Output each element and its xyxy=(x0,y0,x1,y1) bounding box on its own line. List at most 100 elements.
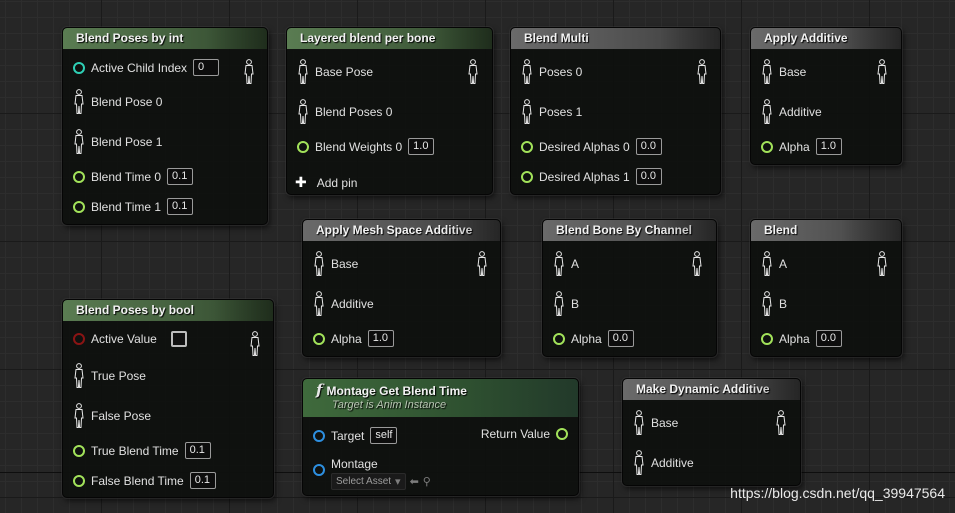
pose-pin-icon[interactable] xyxy=(761,59,773,85)
search-icon[interactable]: ⚲ xyxy=(423,475,431,488)
node-montage-get-blend-time[interactable]: f Montage Get Blend Time Target is Anim I… xyxy=(302,378,579,496)
pin-blend-time-1[interactable]: Blend Time 1 0.1 xyxy=(73,198,194,215)
pin-a[interactable]: A xyxy=(761,251,787,277)
pin-b[interactable]: B xyxy=(553,291,579,317)
node-layered-blend-per-bone[interactable]: Layered blend per bone Base Pose Blend P… xyxy=(286,27,493,195)
pose-pin-icon[interactable] xyxy=(761,251,773,277)
pose-pin-icon[interactable] xyxy=(761,291,773,317)
float-value-field[interactable]: 0.0 xyxy=(635,138,662,155)
pin-alpha[interactable]: Alpha 0.0 xyxy=(761,330,842,347)
float-pin-icon[interactable] xyxy=(553,332,565,345)
target-value-field[interactable]: self xyxy=(370,427,398,444)
pin-poses-0[interactable]: Poses 0 xyxy=(521,59,582,85)
pose-pin-icon[interactable] xyxy=(73,403,85,429)
pin-desired-alphas-1[interactable]: Desired Alphas 1 0.0 xyxy=(521,168,662,185)
float-value-field[interactable]: 0.0 xyxy=(607,330,634,347)
object-pin-icon[interactable] xyxy=(313,464,325,476)
pin-blend-time-0[interactable]: Blend Time 0 0.1 xyxy=(73,168,194,185)
output-pose-icon[interactable] xyxy=(876,59,888,85)
pin-alpha[interactable]: Alpha 1.0 xyxy=(761,138,842,155)
pose-pin-icon[interactable] xyxy=(73,129,85,155)
pose-pin-icon[interactable] xyxy=(633,450,645,476)
object-pin-icon[interactable] xyxy=(313,429,325,442)
pin-false-blend-time[interactable]: False Blend Time 0.1 xyxy=(73,472,216,489)
pin-target[interactable]: Target self xyxy=(313,427,398,444)
float-pin-icon[interactable] xyxy=(521,170,533,183)
float-pin-icon[interactable] xyxy=(521,140,533,153)
node-make-dynamic-additive[interactable]: Make Dynamic Additive Base Additive xyxy=(622,378,801,486)
pin-a[interactable]: A xyxy=(553,251,579,277)
pin-montage[interactable]: Montage Select Asset ▾ ⬅ ⚲ xyxy=(313,457,431,490)
float-pin-icon[interactable] xyxy=(297,140,309,153)
pin-active-child-index[interactable]: Active Child Index 0 xyxy=(73,59,220,76)
output-pose-icon[interactable] xyxy=(876,251,888,277)
float-pin-icon[interactable] xyxy=(556,428,568,440)
pin-blend-poses-0[interactable]: Blend Poses 0 xyxy=(297,99,392,125)
output-pose-icon[interactable] xyxy=(243,59,255,85)
pin-b[interactable]: B xyxy=(761,291,787,317)
node-blend-poses-by-bool[interactable]: Blend Poses by bool Active Value True Po… xyxy=(62,299,274,498)
float-pin-icon[interactable] xyxy=(73,200,85,213)
float-pin-icon[interactable] xyxy=(73,170,85,183)
float-value-field[interactable]: 0.1 xyxy=(189,472,216,489)
pin-additive[interactable]: Additive xyxy=(633,450,694,476)
float-value-field[interactable]: 0.0 xyxy=(635,168,662,185)
pin-additive[interactable]: Additive xyxy=(761,99,822,125)
pin-false-pose[interactable]: False Pose xyxy=(73,403,151,429)
pose-pin-icon[interactable] xyxy=(761,99,773,125)
pose-pin-icon[interactable] xyxy=(553,291,565,317)
pin-alpha[interactable]: Alpha 1.0 xyxy=(313,330,394,347)
active-value-checkbox[interactable] xyxy=(170,331,187,347)
float-value-field[interactable]: 0.0 xyxy=(815,330,842,347)
output-pose-icon[interactable] xyxy=(476,251,488,277)
pose-pin-icon[interactable] xyxy=(553,251,565,277)
output-pose-icon[interactable] xyxy=(691,251,703,277)
pin-poses-1[interactable]: Poses 1 xyxy=(521,99,582,125)
float-value-field[interactable]: 1.0 xyxy=(367,330,394,347)
pin-base[interactable]: Base xyxy=(761,59,806,85)
pin-additive[interactable]: Additive xyxy=(313,291,374,317)
pin-alpha[interactable]: Alpha 0.0 xyxy=(553,330,634,347)
pin-desired-alphas-0[interactable]: Desired Alphas 0 0.0 xyxy=(521,138,662,155)
pin-blend-weights-0[interactable]: Blend Weights 0 1.0 xyxy=(297,138,435,155)
pin-blend-pose-1[interactable]: Blend Pose 1 xyxy=(73,129,162,155)
float-value-field[interactable]: 1.0 xyxy=(408,138,435,155)
node-blend-poses-by-int[interactable]: Blend Poses by int Active Child Index 0 … xyxy=(62,27,268,225)
add-pin-button[interactable]: ✚ Add pin xyxy=(295,174,357,191)
pose-pin-icon[interactable] xyxy=(521,59,533,85)
pose-pin-icon[interactable] xyxy=(73,363,85,389)
pin-true-blend-time[interactable]: True Blend Time 0.1 xyxy=(73,442,211,459)
float-pin-icon[interactable] xyxy=(313,332,325,345)
pin-blend-pose-0[interactable]: Blend Pose 0 xyxy=(73,89,162,115)
output-pose-icon[interactable] xyxy=(467,59,479,85)
float-value-field[interactable]: 0.1 xyxy=(167,168,194,185)
output-pose-icon[interactable] xyxy=(696,59,708,85)
node-blend[interactable]: Blend A B Alpha 0.0 xyxy=(750,219,902,357)
float-value-field[interactable]: 0.1 xyxy=(167,198,194,215)
pose-pin-icon[interactable] xyxy=(633,410,645,436)
node-apply-additive[interactable]: Apply Additive Base Additive Alpha 1.0 xyxy=(750,27,902,165)
float-value-field[interactable]: 1.0 xyxy=(815,138,842,155)
pose-pin-icon[interactable] xyxy=(297,59,309,85)
pose-pin-icon[interactable] xyxy=(521,99,533,125)
select-asset-dropdown[interactable]: Select Asset ▾ xyxy=(331,473,406,490)
output-pose-icon[interactable] xyxy=(775,410,787,436)
pin-base[interactable]: Base xyxy=(313,251,358,277)
pin-base-pose[interactable]: Base Pose xyxy=(297,59,373,85)
pose-pin-icon[interactable] xyxy=(313,291,325,317)
float-value-field[interactable]: 0.1 xyxy=(184,442,211,459)
bool-pin-icon[interactable] xyxy=(73,333,85,345)
float-pin-icon[interactable] xyxy=(761,140,773,153)
int-value-field[interactable]: 0 xyxy=(193,59,220,76)
float-pin-icon[interactable] xyxy=(761,332,773,345)
int-pin-icon[interactable] xyxy=(73,61,85,74)
node-blend-bone-by-channel[interactable]: Blend Bone By Channel A B Alpha 0.0 xyxy=(542,219,717,357)
float-pin-icon[interactable] xyxy=(73,444,85,457)
pin-true-pose[interactable]: True Pose xyxy=(73,363,146,389)
arrow-left-icon[interactable]: ⬅ xyxy=(410,475,419,488)
pose-pin-icon[interactable] xyxy=(297,99,309,125)
pose-pin-icon[interactable] xyxy=(73,89,85,115)
node-apply-mesh-space-additive[interactable]: Apply Mesh Space Additive Base Additive … xyxy=(302,219,501,357)
node-blend-multi[interactable]: Blend Multi Poses 0 Poses 1 Desired Alph… xyxy=(510,27,721,195)
pin-return-value[interactable]: Return Value xyxy=(481,427,568,441)
